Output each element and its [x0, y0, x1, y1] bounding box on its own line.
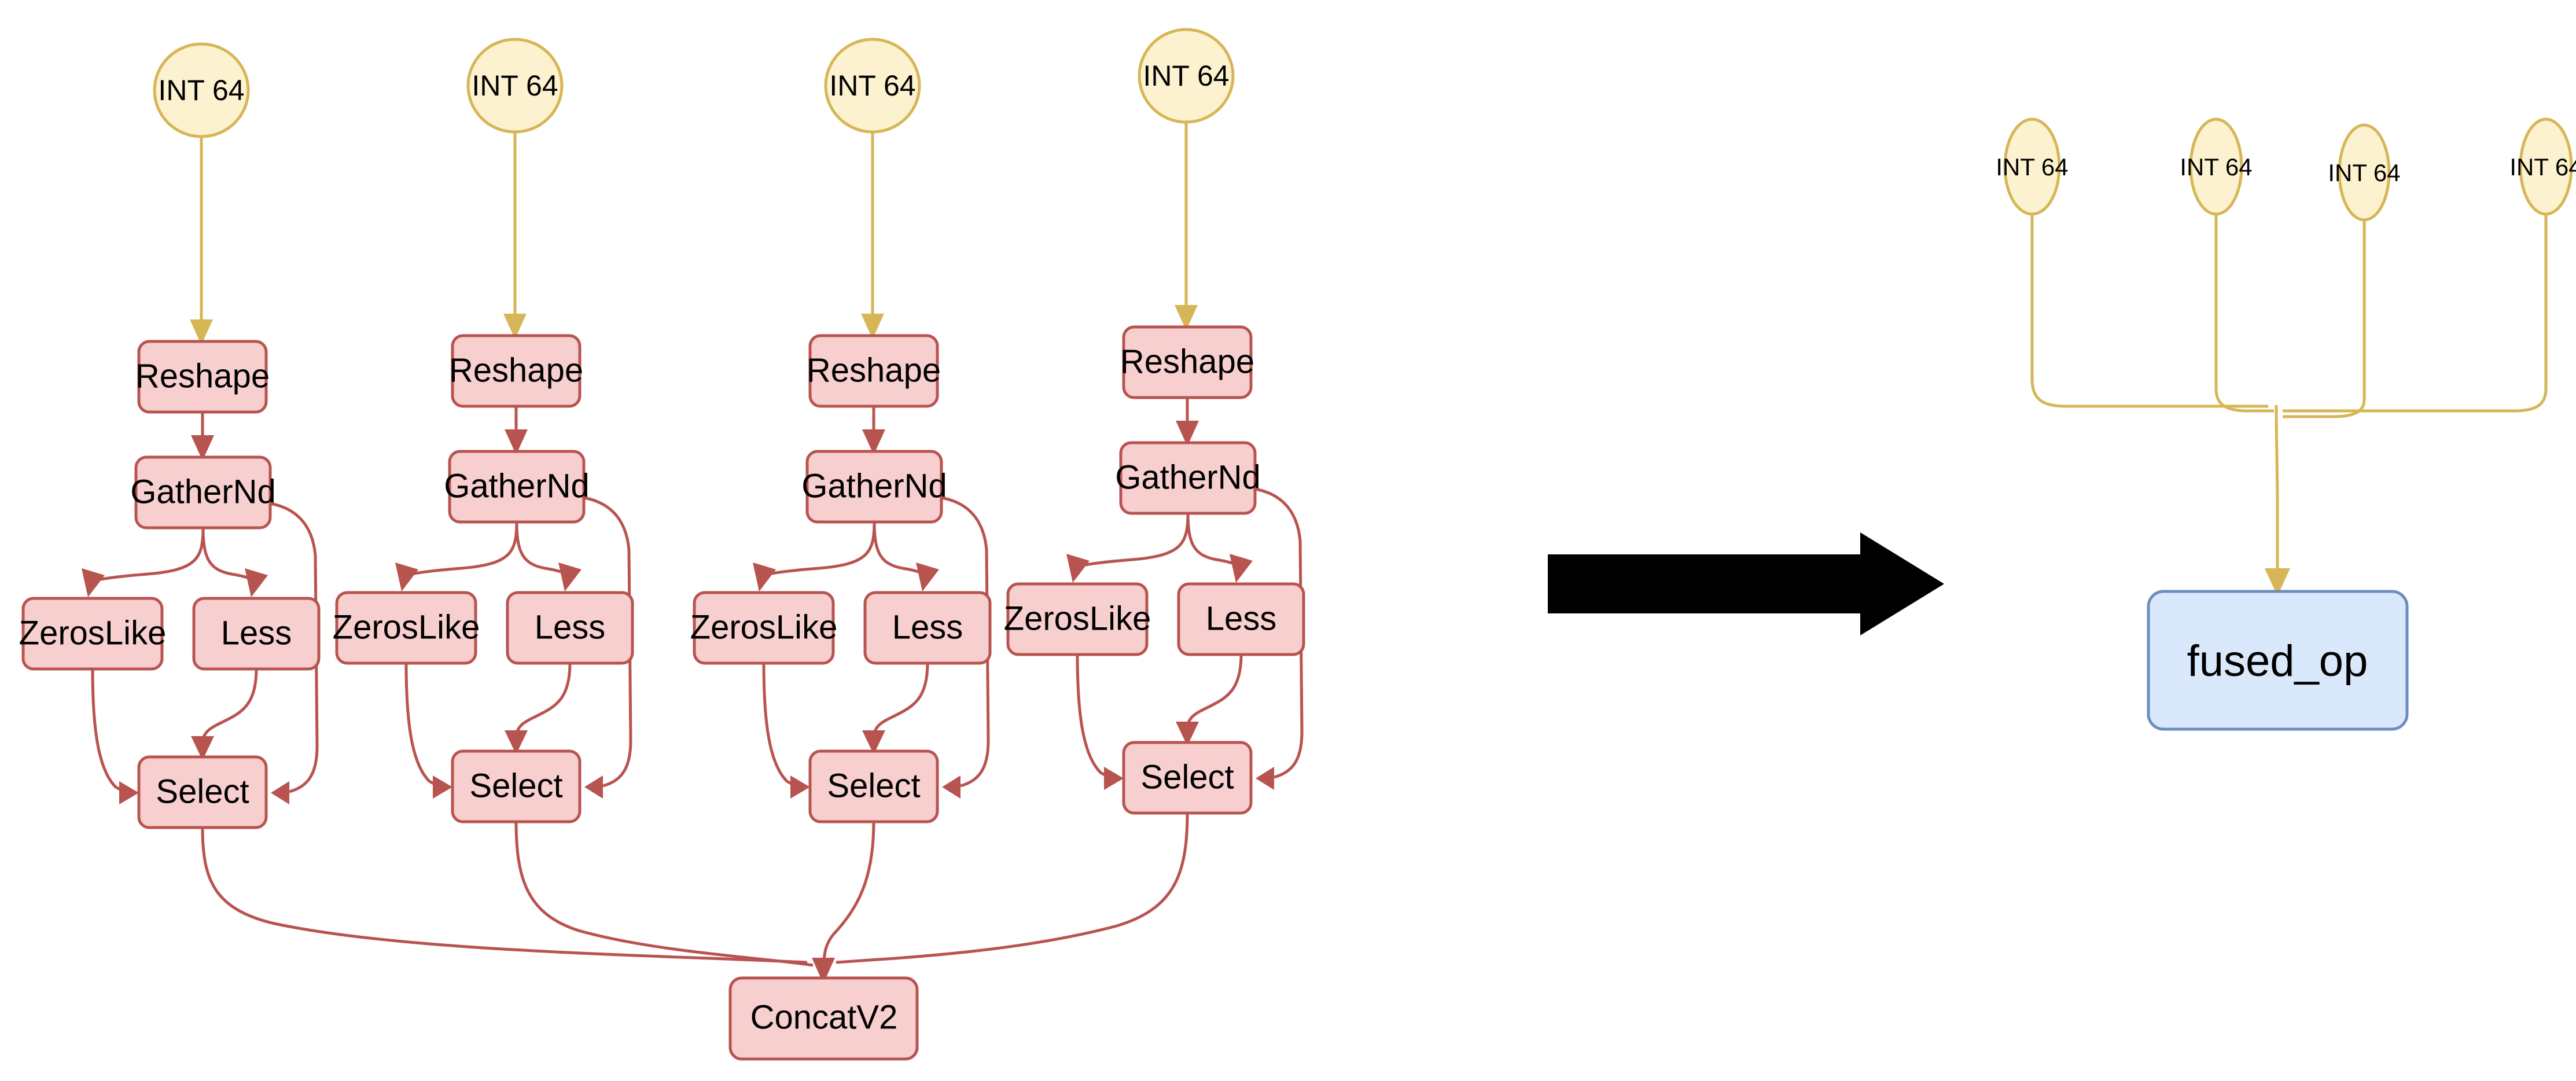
edge-gathernd-to-zeroslike-4 — [1066, 513, 1190, 583]
branch-group-2: INT 64 Reshape GatherNd ZerosLike Less S… — [333, 38, 814, 967]
edge-gathernd-to-less-1 — [201, 527, 268, 597]
edge-gathernd-to-zeroslike-2 — [395, 521, 518, 591]
branch-group-3: INT 64 Reshape GatherNd ZerosLike Less S… — [690, 38, 992, 966]
op-node-label: ZerosLike — [333, 608, 480, 646]
fusion-diagram-canvas: INT 64 Reshape GatherNd ZerosLike Less S… — [19, 28, 2576, 1061]
edge-tensor-to-reshape-1 — [190, 137, 213, 345]
edge-reshape-to-gathernd-3 — [862, 406, 885, 455]
edge-select-to-concat-2 — [514, 821, 814, 967]
edge-select-to-concat-4 — [836, 812, 1189, 964]
op-node-label: Reshape — [1120, 343, 1254, 380]
op-node-label: fused_op — [2187, 637, 2368, 686]
tensor-node-label: INT 64 — [1143, 60, 1229, 92]
edge-tensor-merge-tree — [2030, 214, 2548, 596]
edge-gathernd-to-zeroslike-3 — [753, 521, 876, 591]
tensor-node-label: INT 64 — [2180, 153, 2252, 181]
op-node-label: ConcatV2 — [750, 998, 898, 1036]
op-node-label: ZerosLike — [690, 608, 838, 646]
edge-gathernd-to-zeroslike-1 — [82, 527, 205, 597]
edge-gathernd-to-less-3 — [873, 521, 939, 591]
fused-graph-group: INT 64 INT 64 INT 64 INT 64 fused_op — [1996, 117, 2576, 731]
edge-tensor-to-reshape-2 — [503, 133, 527, 339]
tensor-node-label: INT 64 — [829, 69, 915, 102]
op-node-label: Select — [1140, 758, 1234, 796]
tensor-node-label: INT 64 — [1996, 153, 2068, 181]
tensor-node-label: INT 64 — [2509, 153, 2576, 181]
tensor-node-label: INT 64 — [472, 69, 558, 102]
tensor-node-label: INT 64 — [158, 74, 244, 106]
op-node-label: Less — [892, 608, 963, 646]
edge-less-to-select-4 — [1176, 654, 1243, 746]
fusion-arrow-icon — [1548, 532, 1944, 635]
op-node-label: ZerosLike — [19, 614, 167, 652]
edge-tensor-to-reshape-3 — [861, 133, 884, 339]
op-node-label: Select — [469, 767, 562, 804]
diagram-root: INT 64 Reshape GatherNd ZerosLike Less S… — [0, 0, 2576, 1081]
op-node-label: Select — [827, 767, 920, 804]
op-node-label: Reshape — [135, 357, 270, 395]
edge-zeroslike-to-select-3 — [762, 663, 810, 799]
edge-tensor-to-reshape-4 — [1175, 123, 1198, 330]
edge-gathernd-to-less-2 — [515, 521, 582, 591]
op-node-label: Reshape — [449, 351, 583, 389]
edge-less-to-select-2 — [505, 663, 572, 755]
tensor-node-label: INT 64 — [2328, 159, 2400, 186]
op-node-label: ZerosLike — [1004, 600, 1151, 637]
op-node-label: Select — [156, 773, 249, 810]
edge-select-to-concat-1 — [201, 827, 808, 964]
edge-reshape-to-gathernd-2 — [505, 406, 528, 455]
op-node-label: Less — [1206, 600, 1277, 637]
edge-less-to-select-1 — [191, 668, 258, 760]
op-node-label: GatherNd — [130, 473, 275, 510]
branch-group-1: INT 64 Reshape GatherNd ZerosLike Less S… — [19, 42, 808, 964]
op-node-label: GatherNd — [1115, 458, 1260, 496]
op-node-label: Reshape — [807, 351, 941, 389]
edge-reshape-to-gathernd-1 — [191, 412, 214, 461]
op-node-label: GatherNd — [444, 467, 589, 505]
edge-reshape-to-gathernd-4 — [1176, 398, 1199, 446]
op-node-label: GatherNd — [801, 467, 947, 505]
edge-zeroslike-to-select-2 — [404, 663, 452, 799]
edge-gathernd-to-less-4 — [1186, 513, 1253, 583]
edge-select-to-concat-3 — [822, 821, 875, 966]
op-node-label: Less — [535, 608, 606, 646]
edge-less-to-select-3 — [862, 663, 929, 755]
edge-zeroslike-to-select-1 — [91, 668, 139, 804]
edge-zeroslike-to-select-4 — [1076, 654, 1124, 790]
op-node-label: Less — [221, 614, 292, 652]
